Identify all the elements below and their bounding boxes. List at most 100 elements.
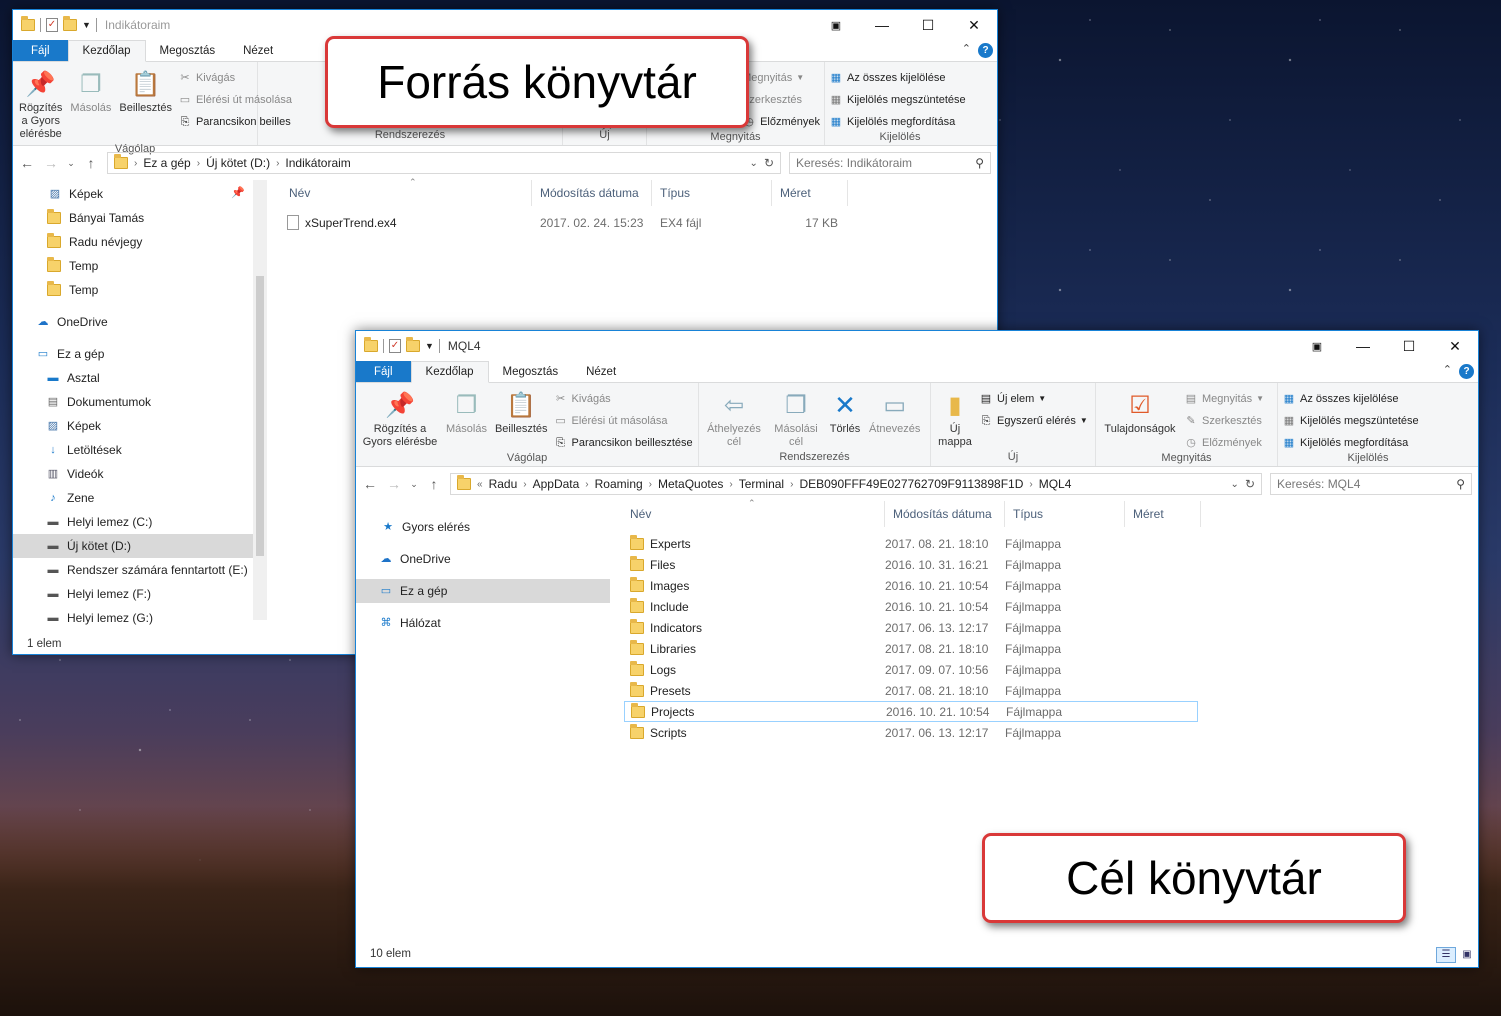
breadcrumb-item[interactable]: MQL4 <box>1039 477 1072 491</box>
nav-item[interactable]: ★ Gyors elérés <box>356 515 610 539</box>
list-item[interactable]: Logs 2017. 09. 07. 10:56 Fájlmappa <box>624 659 1198 680</box>
forward-icon[interactable]: → <box>386 476 402 492</box>
list-item[interactable]: Files 2016. 10. 31. 16:21 Fájlmappa <box>624 554 1198 575</box>
properties-button[interactable]: ☑ Tulajdonságok <box>1100 387 1180 452</box>
nav-item[interactable]: Temp <box>13 278 267 302</box>
breadcrumb-item[interactable]: DEB090FFF49E027762709F9113898F1D <box>799 477 1023 491</box>
new-item-button[interactable]: ▤ Új elem ▼ <box>979 389 1088 408</box>
breadcrumb-item[interactable]: Ez a gép <box>143 156 190 170</box>
nav-item[interactable]: ▭ Ez a gép <box>356 579 610 603</box>
nav-item[interactable]: ⌘ Hálózat <box>356 611 610 635</box>
list-item[interactable]: Indicators 2017. 06. 13. 12:17 Fájlmappa <box>624 617 1198 638</box>
details-view-icon[interactable]: ☰ <box>1436 947 1456 963</box>
properties-icon[interactable]: ✓ <box>389 339 401 353</box>
breadcrumb-item[interactable]: Indikátoraim <box>285 156 350 170</box>
col-size[interactable]: Méret <box>1125 501 1201 527</box>
pin-button[interactable]: 📌 Rögzítés a Gyors elérésbe <box>17 66 64 143</box>
help-icon[interactable]: ? <box>978 43 993 58</box>
nav-item[interactable]: ▨ Képek <box>13 414 267 438</box>
customize-toolbar-icon[interactable]: ▼ <box>82 20 91 30</box>
new-folder-button[interactable]: ▮ Új mappa <box>935 387 975 451</box>
new-folder-icon[interactable] <box>406 337 420 352</box>
copy-path-button[interactable]: ▭ Elérési út másolása <box>554 411 693 430</box>
minimize-button[interactable]: — <box>1340 331 1386 361</box>
paste-button[interactable]: 📋 Beillesztés <box>493 387 550 452</box>
nav-scrollbar-thumb[interactable] <box>256 276 264 556</box>
address-bar[interactable]: › Ez a gép › Új kötet (D:) › Indikátoraim ⌄… <box>107 152 781 174</box>
select-none-button[interactable]: ▦ Kijelölés megszüntetése <box>1282 411 1419 430</box>
list-item[interactable]: Libraries 2017. 08. 21. 18:10 Fájlmappa <box>624 638 1198 659</box>
nav-item[interactable]: Bányai Tamás <box>13 206 267 230</box>
cut-button[interactable]: ✂ Kivágás <box>554 389 693 408</box>
easy-access-button[interactable]: ⎘ Egyszerű elérés ▼ <box>979 411 1088 430</box>
address-dropdown-icon[interactable]: ⌄ <box>1231 479 1239 490</box>
nav-item[interactable]: ☁ OneDrive <box>13 310 267 334</box>
nav-item[interactable]: ▬ Asztal <box>13 366 267 390</box>
tab-file[interactable]: Fájl <box>356 361 411 382</box>
move-to-button[interactable]: ⇦ Áthelyezés cél <box>703 387 765 451</box>
close-button[interactable]: ✕ <box>951 10 997 40</box>
search-input[interactable]: Keresés: MQL4 ⚲ <box>1270 473 1472 495</box>
nav-item[interactable]: ▭ Ez a gép <box>13 342 267 366</box>
list-item[interactable]: Presets 2017. 08. 21. 18:10 Fájlmappa <box>624 680 1198 701</box>
nav-item[interactable]: ☁ OneDrive <box>356 547 610 571</box>
pin-button[interactable]: 📌 Rögzítés a Gyors elérésbe <box>360 387 440 452</box>
copy-to-button[interactable]: ❐ Másolási cél <box>769 387 823 451</box>
large-icons-view-icon[interactable]: ▣ <box>1458 947 1476 963</box>
collapse-ribbon-icon[interactable]: ⌃ <box>962 42 971 55</box>
forward-icon[interactable]: → <box>43 155 59 171</box>
select-none-button[interactable]: ▦ Kijelölés megszüntetése <box>829 90 966 109</box>
edit-button[interactable]: ✎ Szerkesztés <box>1184 411 1264 430</box>
up-icon[interactable]: ↑ <box>426 476 442 492</box>
list-item[interactable]: Projects 2016. 10. 21. 10:54 Fájlmappa <box>624 701 1198 722</box>
tab-view[interactable]: Nézet <box>229 40 287 61</box>
history-button[interactable]: ◷ Előzmények <box>1184 433 1264 452</box>
search-input[interactable]: Keresés: Indikátoraim ⚲ <box>789 152 991 174</box>
list-item[interactable]: Scripts 2017. 06. 13. 12:17 Fájlmappa <box>624 722 1198 743</box>
address-bar[interactable]: «Radu › AppData › Roaming › MetaQuotes › Ter… <box>450 473 1262 495</box>
nav-item[interactable]: ▬ Rendszer számára fenntartott (E:) <box>13 558 267 582</box>
nav-item[interactable]: ▤ Dokumentumok <box>13 390 267 414</box>
tab-home[interactable]: Kezdőlap <box>67 40 146 62</box>
refresh-icon[interactable]: ↻ <box>764 156 774 170</box>
col-date[interactable]: Módosítás dátuma <box>532 180 652 206</box>
list-item[interactable]: Images 2016. 10. 21. 10:54 Fájlmappa <box>624 575 1198 596</box>
breadcrumb-item[interactable]: AppData <box>533 477 580 491</box>
recent-locations-icon[interactable]: ⌄ <box>410 479 418 490</box>
tab-share[interactable]: Megosztás <box>146 40 230 61</box>
list-item[interactable]: Include 2016. 10. 21. 10:54 Fájlmappa <box>624 596 1198 617</box>
open-button[interactable]: ▤ Megnyitás ▼ <box>1184 389 1264 408</box>
snap-icon[interactable]: ▣ <box>1294 331 1340 361</box>
col-name[interactable]: Név <box>267 180 532 206</box>
up-icon[interactable]: ↑ <box>83 155 99 171</box>
breadcrumb-item[interactable]: Terminal <box>739 477 784 491</box>
breadcrumb-item[interactable]: MetaQuotes <box>658 477 723 491</box>
tab-file[interactable]: Fájl <box>13 40 68 61</box>
refresh-icon[interactable]: ↻ <box>1245 477 1255 491</box>
select-all-button[interactable]: ▦ Az összes kijelölése <box>1282 389 1419 408</box>
close-button[interactable]: ✕ <box>1432 331 1478 361</box>
rename-button[interactable]: ▭ Átnevezés <box>867 387 922 451</box>
breadcrumb-item[interactable]: Új kötet (D:) <box>206 156 270 170</box>
minimize-button[interactable]: — <box>859 10 905 40</box>
recent-locations-icon[interactable]: ⌄ <box>67 158 75 169</box>
breadcrumb-item[interactable]: Roaming <box>595 477 643 491</box>
list-item[interactable]: xSuperTrend.ex4 2017. 02. 24. 15:23 EX4 fá… <box>281 212 855 233</box>
properties-icon[interactable]: ✓ <box>46 18 58 32</box>
breadcrumb-item[interactable]: Radu <box>489 477 518 491</box>
col-type[interactable]: Típus <box>652 180 772 206</box>
tab-share[interactable]: Megosztás <box>489 361 573 382</box>
nav-item[interactable]: ▨ Képek <box>13 182 267 206</box>
edit-button[interactable]: Szerkesztés <box>742 90 820 109</box>
col-type[interactable]: Típus <box>1005 501 1125 527</box>
col-date[interactable]: Módosítás dátuma <box>885 501 1005 527</box>
customize-toolbar-icon[interactable]: ▼ <box>425 341 434 351</box>
copy-button[interactable]: ❐ Másolás <box>444 387 489 452</box>
nav-item[interactable]: ▬ Helyi lemez (F:) <box>13 582 267 606</box>
invert-selection-button[interactable]: ▦ Kijelölés megfordítása <box>829 112 966 131</box>
back-icon[interactable]: ← <box>362 476 378 492</box>
nav-item[interactable]: ▬ Helyi lemez (C:) <box>13 510 267 534</box>
snap-icon[interactable]: ▣ <box>813 10 859 40</box>
open-button[interactable]: Megnyitás ▼ <box>742 68 820 87</box>
col-size[interactable]: Méret <box>772 180 848 206</box>
